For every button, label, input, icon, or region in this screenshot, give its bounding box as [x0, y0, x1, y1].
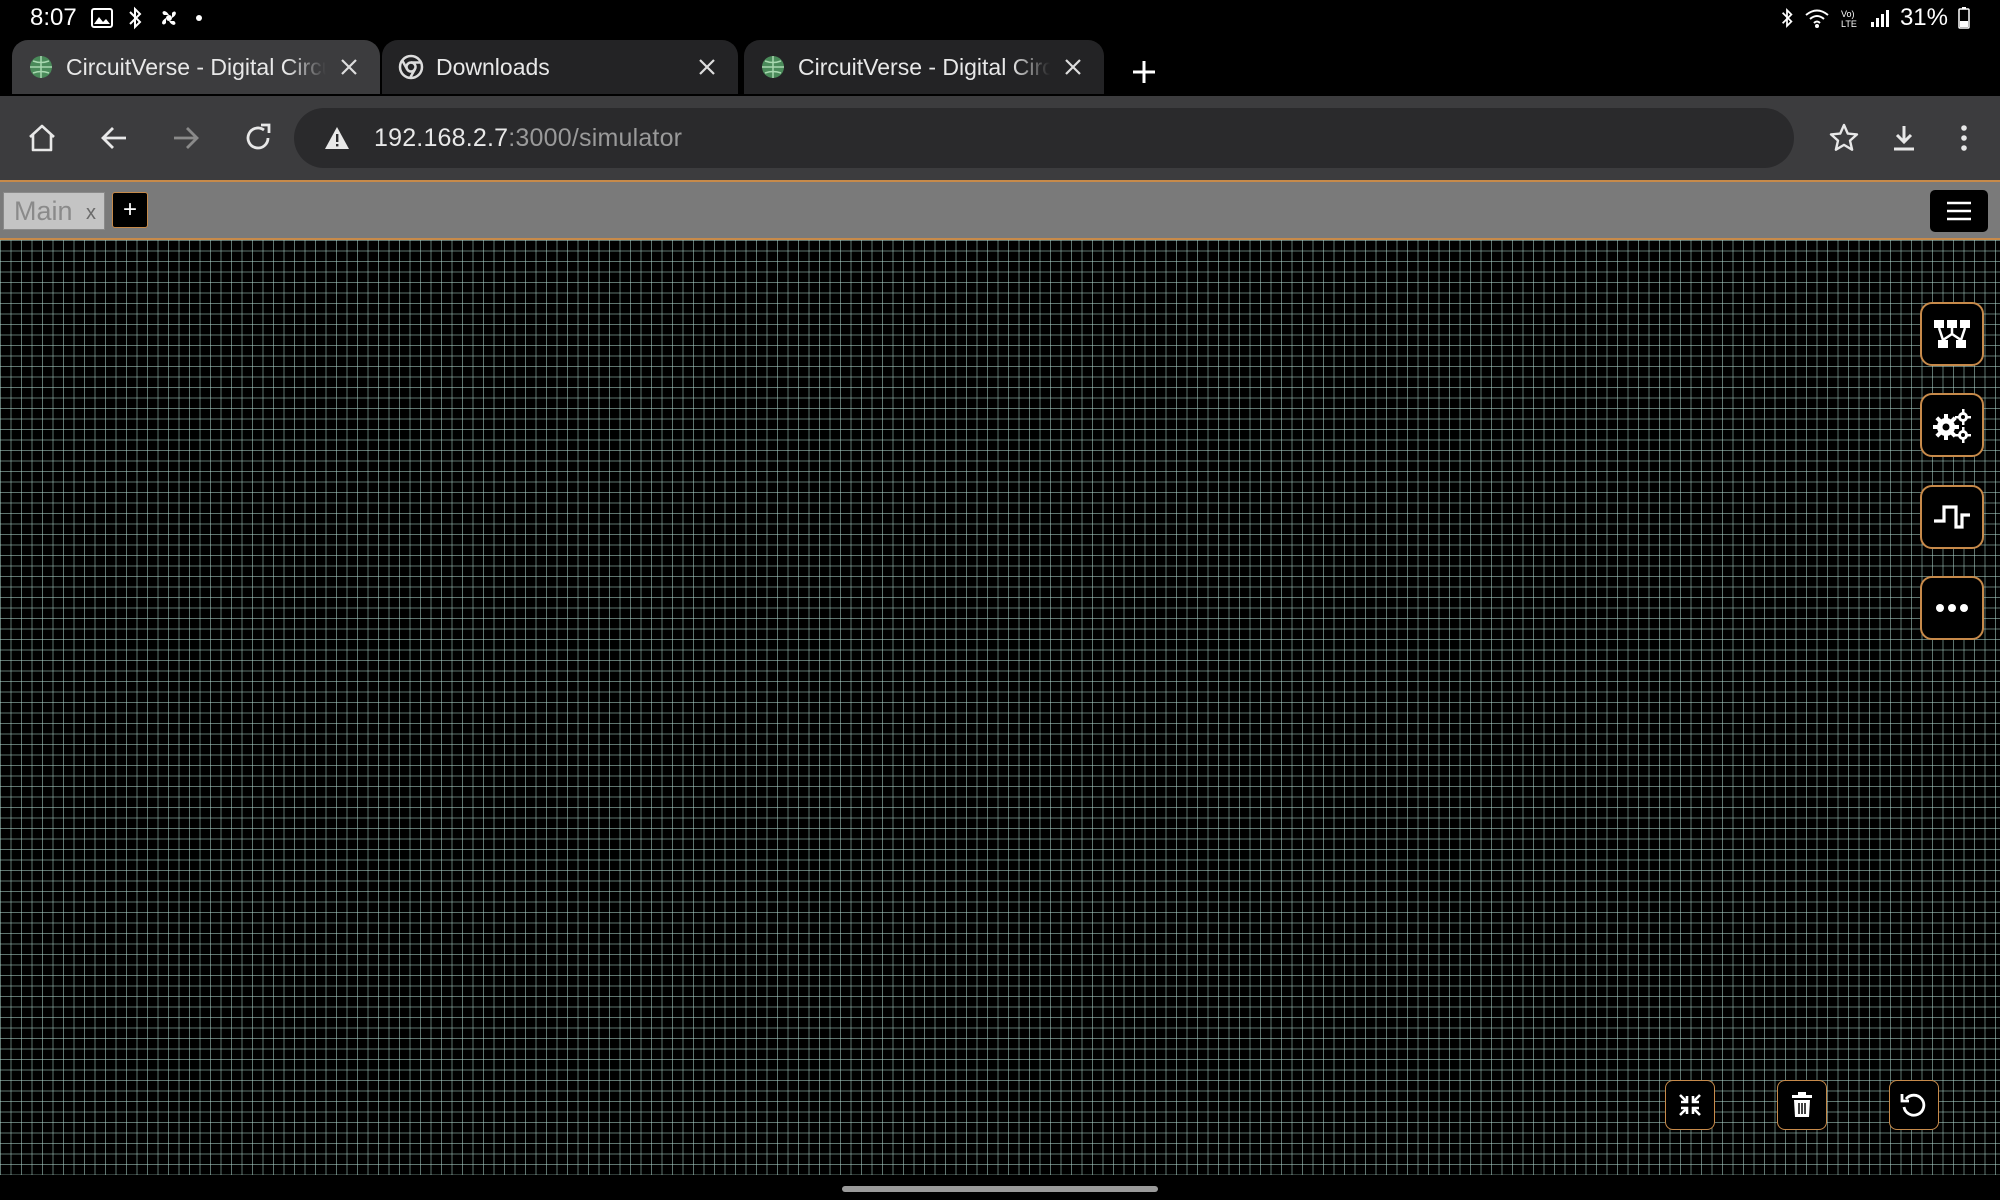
circuit-elements-button[interactable] — [1920, 302, 1984, 366]
delete-icon — [1792, 1092, 1812, 1117]
hamburger-menu-button[interactable] — [1930, 190, 1988, 232]
circuit-tab-close[interactable]: x — [86, 202, 96, 225]
circuit-elements-icon — [1934, 320, 1970, 348]
circuit-tab-main[interactable]: Main x — [3, 192, 105, 230]
new-tab-button[interactable] — [1124, 52, 1164, 92]
dot-icon — [195, 4, 203, 32]
hamburger-icon — [1947, 201, 1971, 221]
battery-icon — [1958, 4, 1970, 32]
browser-tab[interactable]: CircuitVerse - Digital Circuit Simulator — [744, 40, 1104, 94]
gesture-nav-bar — [0, 1175, 2000, 1200]
timing-diagram-button[interactable] — [1920, 485, 1984, 549]
add-circuit-button[interactable]: + — [112, 192, 148, 228]
fit-screen-button[interactable] — [1665, 1080, 1715, 1130]
reload-button[interactable] — [234, 114, 282, 162]
bookmark-button[interactable] — [1820, 114, 1868, 162]
close-icon[interactable] — [334, 52, 364, 82]
more-options-button[interactable] — [1920, 576, 1984, 640]
more-icon — [1936, 604, 1968, 612]
clock: 8:07 — [30, 4, 77, 31]
settings-icon — [1933, 409, 1971, 443]
delete-button[interactable] — [1777, 1080, 1827, 1130]
fit-screen-icon — [1679, 1094, 1701, 1116]
chrome-icon — [398, 54, 424, 80]
settings-button[interactable] — [1920, 393, 1984, 457]
circuit-tab-bar: Main x + — [0, 180, 2000, 240]
menu-button[interactable] — [1940, 114, 1988, 162]
browser-toolbar: 192.168.2.7:3000/simulator — [0, 96, 2000, 180]
close-icon[interactable] — [692, 52, 722, 82]
signal-icon — [1870, 4, 1890, 32]
tab-title: CircuitVerse - Digital Circuit Simulator — [798, 53, 1050, 80]
volte-icon: Vo) LTE — [1840, 4, 1860, 32]
url-path: :3000/simulator — [508, 123, 683, 152]
bluetooth-icon — [1780, 4, 1794, 32]
undo-icon — [1900, 1093, 1926, 1117]
home-icon — [29, 124, 55, 152]
tab-title: CircuitVerse - Digital Circuit Simulator — [66, 53, 326, 80]
status-bar: 8:07 Vo) LTE 31% — [0, 0, 2000, 38]
reload-icon — [246, 123, 271, 150]
warning-icon[interactable] — [322, 123, 352, 153]
download-button[interactable] — [1880, 114, 1928, 162]
circuit-tab-label: Main — [14, 195, 73, 226]
battery-percent: 31% — [1899, 4, 1948, 31]
browser-tab[interactable]: Downloads — [382, 40, 738, 94]
forward-arrow-icon — [174, 127, 199, 149]
wifi-icon — [1804, 4, 1830, 32]
browser-tab-strip: CircuitVerse - Digital Circuit Simulator… — [0, 38, 2000, 96]
address-bar[interactable]: 192.168.2.7:3000/simulator — [294, 108, 1794, 168]
undo-button[interactable] — [1889, 1080, 1939, 1130]
plus-icon — [1133, 61, 1155, 83]
timing-diagram-icon — [1934, 505, 1970, 529]
simulation-canvas[interactable] — [0, 240, 2000, 1175]
tab-title: Downloads — [436, 53, 550, 80]
bluetooth-icon — [127, 4, 143, 32]
home-indicator[interactable] — [842, 1186, 1158, 1192]
back-arrow-icon — [101, 127, 126, 149]
more-vertical-icon — [1961, 125, 1967, 151]
close-icon[interactable] — [1058, 52, 1088, 82]
svg-text:Vo): Vo) — [1841, 9, 1855, 19]
star-icon — [1829, 123, 1859, 151]
globe-icon — [760, 54, 786, 80]
forward-button[interactable] — [162, 114, 210, 162]
back-button[interactable] — [90, 114, 138, 162]
url-host: 192.168.2.7 — [374, 123, 509, 152]
home-button[interactable] — [18, 114, 66, 162]
fan-icon — [157, 4, 181, 32]
globe-icon — [28, 54, 54, 80]
svg-text:LTE: LTE — [1841, 19, 1857, 29]
url-text[interactable]: 192.168.2.7:3000/simulator — [374, 124, 682, 153]
download-icon — [1894, 126, 1914, 151]
image-icon — [90, 4, 113, 32]
browser-tab[interactable]: CircuitVerse - Digital Circuit Simulator — [12, 40, 380, 94]
